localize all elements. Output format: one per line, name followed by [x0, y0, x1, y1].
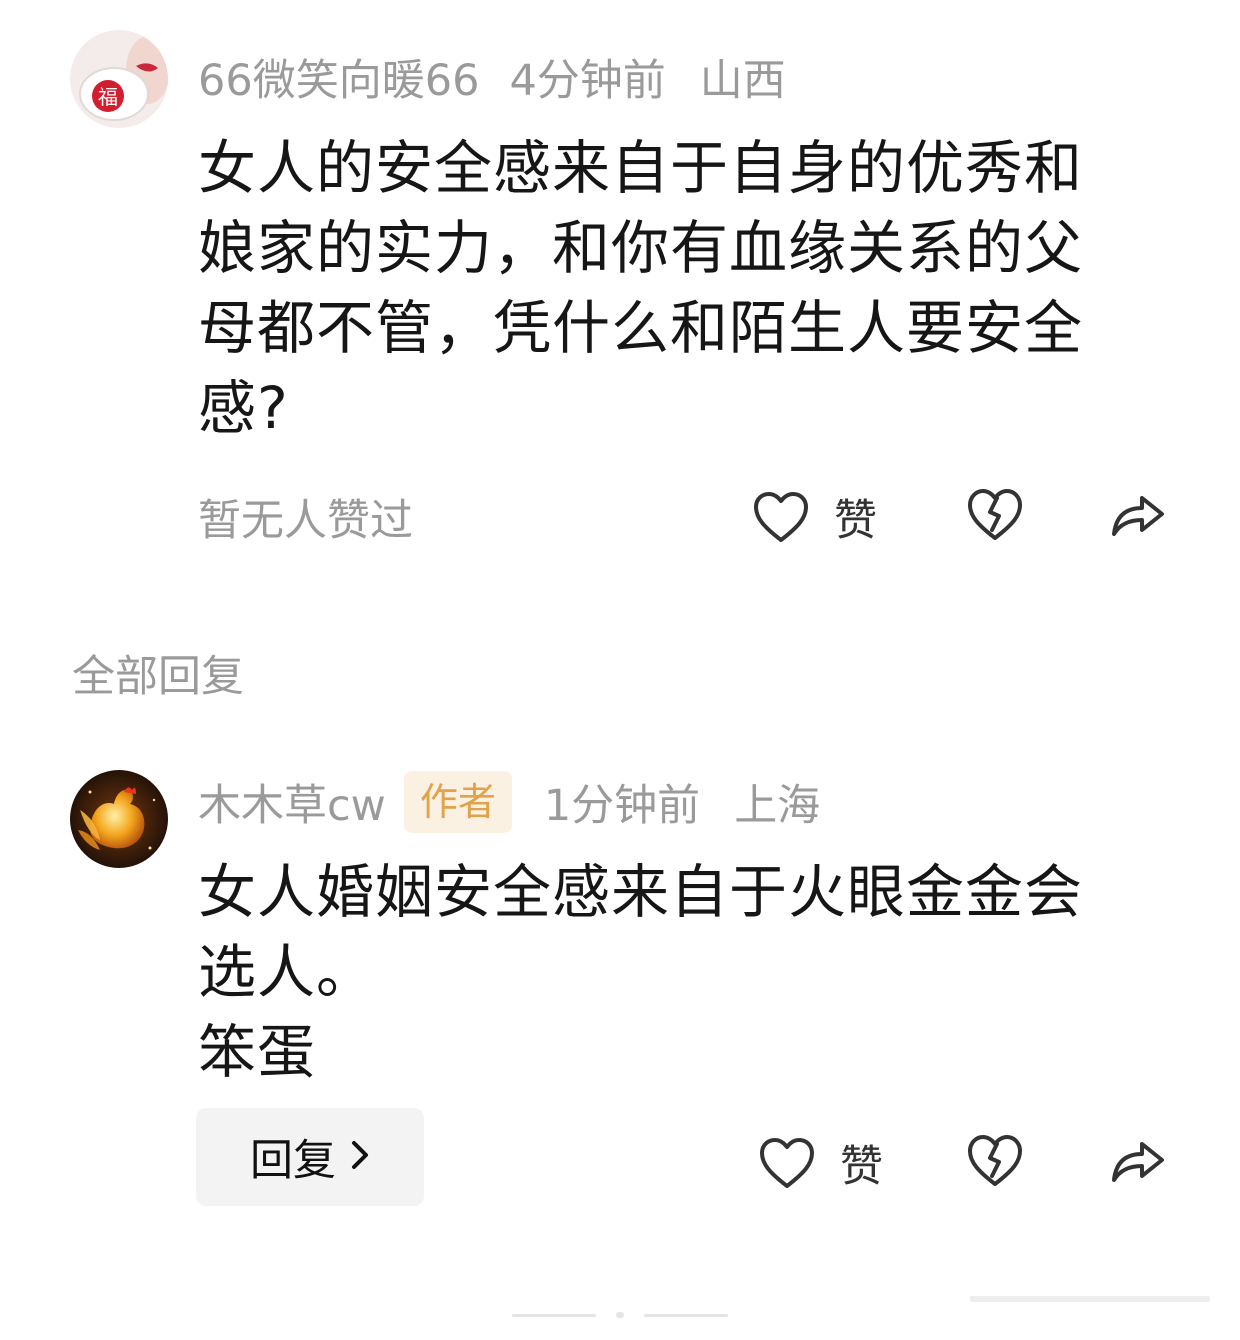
heart-outline-icon [754, 492, 808, 542]
comment-location: 山西 [699, 56, 786, 106]
reply-button-label: 回复 [250, 1136, 336, 1186]
commenter-avatar[interactable]: 福 [70, 30, 168, 128]
bottom-indicator-right [644, 1314, 728, 1317]
comment-time: 4分钟前 [509, 56, 666, 106]
reply-like-label: 赞 [840, 1142, 883, 1192]
bottom-indicator-dot [616, 1312, 624, 1318]
avatar-fu-character: 福 [98, 85, 118, 109]
avatar-image [70, 770, 168, 868]
reply-meta: 木木草cw 作者 1分钟前 上海 [198, 770, 820, 834]
reply-share-button[interactable] [1108, 1132, 1168, 1186]
comment-meta: 66微笑向暖66 4分钟前 山西 [198, 46, 786, 108]
chevron-right-icon [350, 1132, 370, 1182]
comment-like-button[interactable]: 赞 [752, 486, 877, 548]
reply-dislike-button[interactable] [966, 1132, 1024, 1188]
reply-location: 上海 [734, 781, 821, 831]
comment-dislike-button[interactable] [966, 486, 1024, 542]
replier-avatar[interactable] [70, 770, 168, 868]
share-arrow-icon [1112, 496, 1164, 536]
replies-section-title: 全部回复 [72, 652, 244, 702]
share-arrow-icon [1112, 1142, 1164, 1182]
broken-heart-icon [968, 1135, 1022, 1186]
comment-likes-text: 暂无人赞过 [198, 496, 413, 546]
comment-like-label: 赞 [834, 496, 877, 546]
heart-outline-icon [760, 1138, 814, 1188]
reply-time: 1分钟前 [543, 781, 701, 831]
comment-share-button[interactable] [1108, 486, 1168, 540]
author-badge: 作者 [403, 771, 512, 833]
reply-button[interactable]: 回复 [196, 1108, 424, 1206]
broken-heart-icon [968, 489, 1022, 540]
reply-username[interactable]: 木木草cw [198, 771, 386, 833]
bottom-indicator-left [512, 1314, 596, 1317]
avatar-image: 福 [70, 30, 168, 128]
reply-text: 女人婚姻安全感来自于火眼金金会 选人。 笨蛋 [198, 858, 1084, 1086]
comment-text: 女人的安全感来自于自身的优秀和 娘家的实力，和你有血缘关系的父 母都不管，凭什么… [198, 134, 1084, 442]
bottom-indicator-bar [970, 1296, 1210, 1302]
reply-like-button[interactable]: 赞 [758, 1132, 883, 1194]
comment-username[interactable]: 66微笑向暖66 [198, 46, 479, 108]
